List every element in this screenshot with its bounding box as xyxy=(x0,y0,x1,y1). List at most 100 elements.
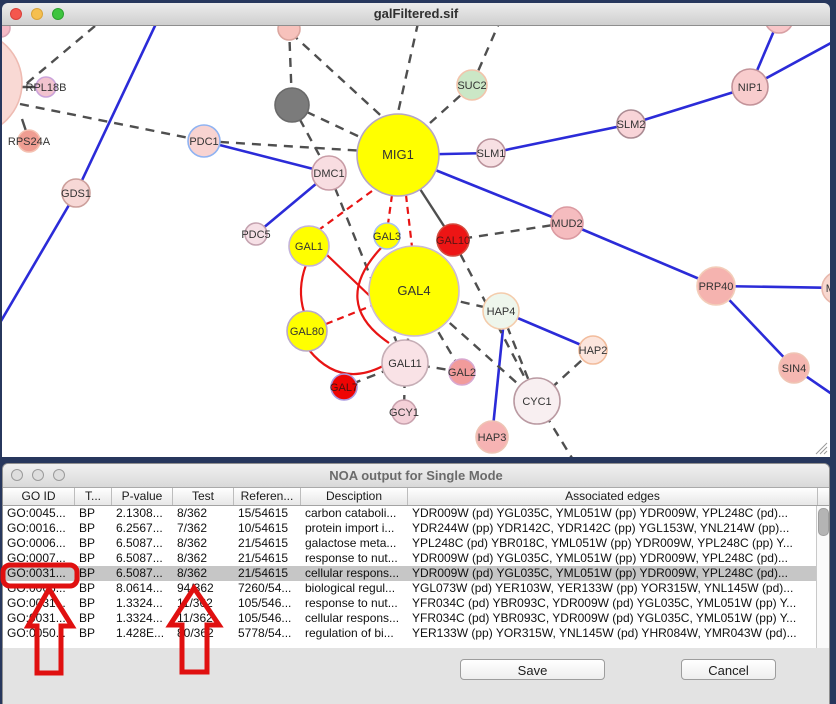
network-edge[interactable] xyxy=(320,191,372,229)
node-label: RPS24A xyxy=(8,136,51,148)
network-edge[interactable] xyxy=(567,223,716,286)
column-header-associated-edges[interactable]: Associated edges xyxy=(408,488,818,505)
node-label: GAL3 xyxy=(373,231,401,243)
node-label: PRP40 xyxy=(699,281,734,293)
table-row[interactable]: GO:0031...BP1.3324...11/362105/546...res… xyxy=(3,596,829,611)
table-header: GO IDT...P-valueTestReferen...Desciption… xyxy=(3,488,829,506)
network-edge[interactable] xyxy=(2,193,76,333)
network-edge[interactable] xyxy=(20,26,95,89)
cell: 8/362 xyxy=(173,536,234,551)
network-window: galFiltered.sif RPL18BRPS24AGDS1PDC1DMC1… xyxy=(2,3,830,457)
node-label: SIN4 xyxy=(782,363,806,375)
cell: carbon cataboli... xyxy=(301,506,408,521)
cell: 15/54615 xyxy=(234,506,301,521)
column-header-test[interactable]: Test xyxy=(173,488,234,505)
table-row[interactable]: GO:0031...BP6.5087...8/36221/54615cellul… xyxy=(3,566,829,581)
column-header-referen[interactable]: Referen... xyxy=(234,488,301,505)
noa-window: NOA output for Single Mode GO IDT...P-va… xyxy=(2,463,830,704)
cancel-button[interactable]: Cancel xyxy=(681,659,776,680)
column-header-desciption[interactable]: Desciption xyxy=(301,488,408,505)
network-edge[interactable] xyxy=(388,195,392,224)
cell: 1.3324... xyxy=(112,596,173,611)
vertical-scrollbar[interactable] xyxy=(816,506,829,648)
cell: 8.0614... xyxy=(112,581,173,596)
network-node-gray-node[interactable] xyxy=(275,88,309,122)
cell: YER133W (pp) YOR315W, YNL145W (pd) YHR08… xyxy=(408,626,818,641)
cell: BP xyxy=(75,596,112,611)
network-edge[interactable] xyxy=(76,26,162,193)
cell: response to nut... xyxy=(301,551,408,566)
cell: 6.5087... xyxy=(112,566,173,581)
node-label: HAP4 xyxy=(487,306,516,318)
noa-window-title: NOA output for Single Mode xyxy=(3,468,829,483)
network-window-titlebar[interactable]: galFiltered.sif xyxy=(2,3,830,26)
network-node-top-node[interactable] xyxy=(278,26,300,40)
cell: 8/362 xyxy=(173,506,234,521)
network-edge[interactable] xyxy=(326,306,371,324)
cell: 11/362 xyxy=(173,611,234,626)
column-header-p-value[interactable]: P-value xyxy=(112,488,173,505)
cell: 10/54615 xyxy=(234,521,301,536)
table-row[interactable]: GO:0016...BP6.2567...7/36210/54615protei… xyxy=(3,521,829,536)
cell: regulation of bi... xyxy=(301,626,408,641)
resize-grip[interactable] xyxy=(814,441,828,455)
node-label: MIG1 xyxy=(382,147,414,162)
node-label: HAP2 xyxy=(579,345,608,357)
cell: 6.2567... xyxy=(112,521,173,536)
column-header-go-id[interactable]: GO ID xyxy=(3,488,75,505)
table-row[interactable]: GO:0045...BP2.1308...8/36215/54615carbon… xyxy=(3,506,829,521)
table-row[interactable]: GO:0065...BP8.0614...94/3627260/54...bio… xyxy=(3,581,829,596)
cell: GO:0031... xyxy=(3,596,75,611)
cell: BP xyxy=(75,551,112,566)
save-button[interactable]: Save xyxy=(460,659,605,680)
cell: 6.5087... xyxy=(112,551,173,566)
node-label: DMC1 xyxy=(313,168,344,180)
cell: GO:0016... xyxy=(3,521,75,536)
cell: GO:0007... xyxy=(3,551,75,566)
cell: 7/362 xyxy=(173,521,234,536)
network-node-corner-node[interactable] xyxy=(2,26,10,37)
results-table: GO IDT...P-valueTestReferen...Desciption… xyxy=(3,488,829,648)
node-label: GCY1 xyxy=(389,407,419,419)
cell: galactose meta... xyxy=(301,536,408,551)
table-body: GO:0045...BP2.1308...8/36215/54615carbon… xyxy=(3,506,829,641)
network-edge[interactable] xyxy=(204,141,329,173)
network-edge[interactable] xyxy=(327,255,373,299)
network-edge[interactable] xyxy=(397,26,418,117)
table-row[interactable]: GO:0031...BP1.3324...11/362105/546...cel… xyxy=(3,611,829,626)
cell: biological regul... xyxy=(301,581,408,596)
cell: 8/362 xyxy=(173,551,234,566)
node-label: PDC5 xyxy=(241,229,270,241)
network-node-big-left-node[interactable] xyxy=(2,31,22,135)
cell: 105/546... xyxy=(234,596,301,611)
scrollbar-thumb[interactable] xyxy=(818,508,829,536)
cell: response to nut... xyxy=(301,596,408,611)
node-label: MSN xyxy=(826,283,830,295)
column-header-t[interactable]: T... xyxy=(75,488,112,505)
noa-window-titlebar[interactable]: NOA output for Single Mode xyxy=(3,464,829,488)
node-label: SUC2 xyxy=(457,80,486,92)
node-label: RPL18B xyxy=(26,82,67,94)
cell: YFR034C (pd) YBR093C, YDR009W (pd) YGL03… xyxy=(408,611,818,626)
cell: YDR244W (pp) YDR142C, YDR142C (pp) YGL15… xyxy=(408,521,818,536)
network-edge[interactable] xyxy=(491,124,631,153)
node-label: GAL1 xyxy=(295,241,323,253)
network-edge[interactable] xyxy=(301,265,306,312)
cell: 21/54615 xyxy=(234,566,301,581)
cell: 105/546... xyxy=(234,611,301,626)
network-node-top-right-node[interactable] xyxy=(765,26,793,33)
network-svg[interactable]: RPL18BRPS24AGDS1PDC1DMC1MIG1SUC2SLM1SLM2… xyxy=(2,26,830,457)
cell: cellular respons... xyxy=(301,566,408,581)
network-canvas[interactable]: RPL18BRPS24AGDS1PDC1DMC1MIG1SUC2SLM1SLM2… xyxy=(2,26,830,457)
table-row[interactable]: GO:0007...BP6.5087...8/36221/54615respon… xyxy=(3,551,829,566)
table-row[interactable]: GO:0050...BP1.428E...80/3625778/54...reg… xyxy=(3,626,829,641)
table-row[interactable]: GO:0006...BP6.5087...8/36221/54615galact… xyxy=(3,536,829,551)
cell: BP xyxy=(75,521,112,536)
cell: 7260/54... xyxy=(234,581,301,596)
cell: YGL073W (pd) YER103W, YER133W (pp) YOR31… xyxy=(408,581,818,596)
node-label: GAL7 xyxy=(330,382,358,394)
network-edge[interactable] xyxy=(406,195,412,247)
cell: YDR009W (pd) YGL035C, YML051W (pp) YDR00… xyxy=(408,566,818,581)
network-edge[interactable] xyxy=(309,350,383,374)
cell: 21/54615 xyxy=(234,551,301,566)
